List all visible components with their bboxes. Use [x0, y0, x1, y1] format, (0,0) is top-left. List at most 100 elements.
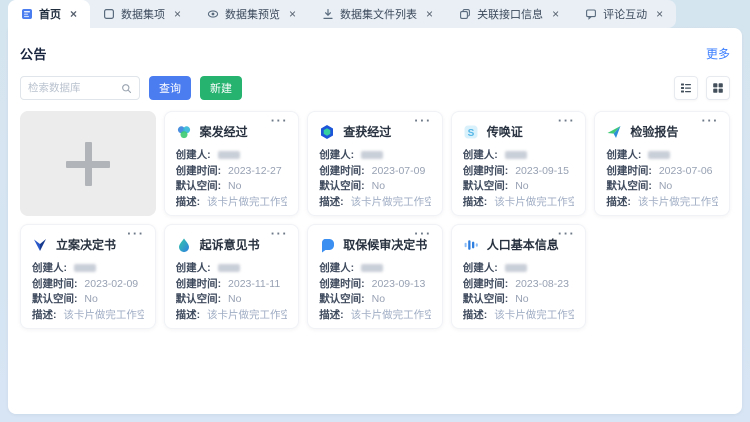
card-case-occurrence[interactable]: ··· 案发经过 创建人: 创建时间: 2023-12-27 默认空间: No … — [164, 111, 300, 216]
description-label: 描述: — [32, 309, 57, 321]
creator-value-redacted — [505, 264, 527, 272]
close-icon[interactable]: × — [656, 8, 663, 20]
card-title: 查获经过 — [343, 123, 391, 140]
default-space-label: 默认空间: — [463, 180, 509, 192]
description-value: 该卡片做完工作空间的展示 — [351, 309, 431, 321]
file-list-download-icon — [322, 8, 334, 20]
close-icon[interactable]: × — [70, 8, 77, 20]
created-at-label: 创建时间: — [463, 165, 509, 177]
card-title: 案发经过 — [200, 123, 248, 140]
card-summons[interactable]: ··· S 传唤证 创建人: 创建时间: 2023-09-15 默认空间: No… — [451, 111, 587, 216]
tab-comments[interactable]: 评论互动 × — [572, 0, 676, 28]
default-space-label: 默认空间: — [463, 293, 509, 305]
description-label: 描述: — [176, 196, 201, 208]
description-label: 描述: — [319, 196, 344, 208]
created-at-value: 2023-08-23 — [515, 278, 569, 290]
list-view-icon — [680, 82, 692, 94]
created-at-label: 创建时间: — [319, 278, 365, 290]
close-icon[interactable]: × — [289, 8, 296, 20]
grid-view-button[interactable] — [706, 76, 730, 100]
tab-label: 数据集文件列表 — [340, 6, 417, 22]
card-seizure-process[interactable]: ··· 查获经过 创建人: 创建时间: 2023-07-09 默认空间: No … — [307, 111, 443, 216]
page-title: 公告 — [20, 44, 47, 63]
toolbar: 查询 新建 — [20, 76, 730, 100]
default-space-label: 默认空间: — [606, 180, 652, 192]
tab-bar: 首页 × 数据集项 × 数据集预览 × 数据集文件列表 × 关联接口信息 × 评… — [0, 0, 750, 28]
tab-home[interactable]: 首页 × — [8, 0, 90, 28]
default-space-value: No — [84, 293, 97, 305]
tab-dataset-preview[interactable]: 数据集预览 × — [194, 0, 309, 28]
search-input[interactable] — [28, 82, 121, 94]
tab-label: 数据集预览 — [225, 6, 280, 22]
card-population-info[interactable]: ··· 人口基本信息 创建人: 创建时间: 2023-08-23 默认空间: N… — [451, 224, 587, 329]
created-at-value: 2023-09-15 — [515, 165, 569, 177]
grid-view-icon — [712, 82, 724, 94]
ellipsis-icon[interactable]: ··· — [414, 226, 432, 241]
description-value: 该卡片做完工作空间的展示 — [494, 196, 574, 208]
creator-value-redacted — [648, 151, 670, 159]
ellipsis-icon[interactable]: ··· — [558, 226, 576, 241]
description-label: 描述: — [176, 309, 201, 321]
preview-eye-icon — [207, 8, 219, 20]
creator-label: 创建人: — [606, 149, 641, 161]
created-at-value: 2023-11-11 — [228, 278, 280, 290]
description-label: 描述: — [463, 196, 488, 208]
create-button[interactable]: 新建 — [200, 76, 242, 100]
tab-label: 评论互动 — [603, 6, 647, 22]
default-space-label: 默认空间: — [319, 180, 365, 192]
creator-label: 创建人: — [319, 149, 354, 161]
tab-dataset-file-list[interactable]: 数据集文件列表 × — [309, 0, 446, 28]
droplet-icon — [176, 237, 192, 253]
default-space-label: 默认空间: — [319, 293, 365, 305]
bubble-icon — [319, 237, 335, 253]
close-icon[interactable]: × — [552, 8, 559, 20]
comment-icon — [585, 8, 597, 20]
close-icon[interactable]: × — [426, 8, 433, 20]
creator-value-redacted — [361, 264, 383, 272]
gem-icon — [319, 124, 335, 140]
search-box[interactable] — [20, 76, 140, 100]
more-link[interactable]: 更多 — [706, 45, 730, 62]
default-space-value: No — [372, 293, 385, 305]
creator-label: 创建人: — [463, 149, 498, 161]
tab-label: 关联接口信息 — [477, 6, 543, 22]
ellipsis-icon[interactable]: ··· — [127, 226, 145, 241]
card-title: 传唤证 — [487, 123, 523, 140]
creator-value-redacted — [74, 264, 96, 272]
tab-dataset-item[interactable]: 数据集项 × — [90, 0, 194, 28]
creator-label: 创建人: — [319, 262, 354, 274]
ellipsis-icon[interactable]: ··· — [271, 226, 289, 241]
ellipsis-icon[interactable]: ··· — [702, 113, 720, 128]
card-filing-decision[interactable]: ··· 立案决定书 创建人: 创建时间: 2023-02-09 默认空间: No… — [20, 224, 156, 329]
card-bail-decision[interactable]: ··· 取保候审决定书 创建人: 创建时间: 2023-09-13 默认空间: … — [307, 224, 443, 329]
created-at-label: 创建时间: — [463, 278, 509, 290]
tab-linked-api-info[interactable]: 关联接口信息 × — [446, 0, 572, 28]
description-label: 描述: — [319, 309, 344, 321]
created-at-value: 2023-12-27 — [228, 165, 282, 177]
list-view-button[interactable] — [674, 76, 698, 100]
plane-icon — [606, 124, 622, 140]
tab-label: 数据集项 — [121, 6, 165, 22]
card-title: 立案决定书 — [56, 236, 116, 253]
add-card-button[interactable] — [20, 111, 156, 216]
card-inspection-report[interactable]: ··· 检验报告 创建人: 创建时间: 2023-07-06 默认空间: No … — [594, 111, 730, 216]
card-title: 检验报告 — [630, 123, 678, 140]
ellipsis-icon[interactable]: ··· — [271, 113, 289, 128]
created-at-label: 创建时间: — [176, 165, 222, 177]
default-space-label: 默认空间: — [176, 293, 222, 305]
creator-label: 创建人: — [176, 149, 211, 161]
three-circles-icon — [176, 124, 192, 140]
creator-label: 创建人: — [463, 262, 498, 274]
default-space-label: 默认空间: — [32, 293, 78, 305]
created-at-value: 2023-07-06 — [659, 165, 713, 177]
card-prosecution-opinion[interactable]: ··· 起诉意见书 创建人: 创建时间: 2023-11-11 默认空间: No… — [164, 224, 300, 329]
creator-label: 创建人: — [32, 262, 67, 274]
ellipsis-icon[interactable]: ··· — [558, 113, 576, 128]
close-icon[interactable]: × — [174, 8, 181, 20]
created-at-value: 2023-02-09 — [84, 278, 138, 290]
ellipsis-icon[interactable]: ··· — [414, 113, 432, 128]
description-label: 描述: — [463, 309, 488, 321]
query-button[interactable]: 查询 — [149, 76, 191, 100]
description-value: 该卡片做完工作空间的展示 — [207, 196, 287, 208]
created-at-value: 2023-09-13 — [372, 278, 426, 290]
